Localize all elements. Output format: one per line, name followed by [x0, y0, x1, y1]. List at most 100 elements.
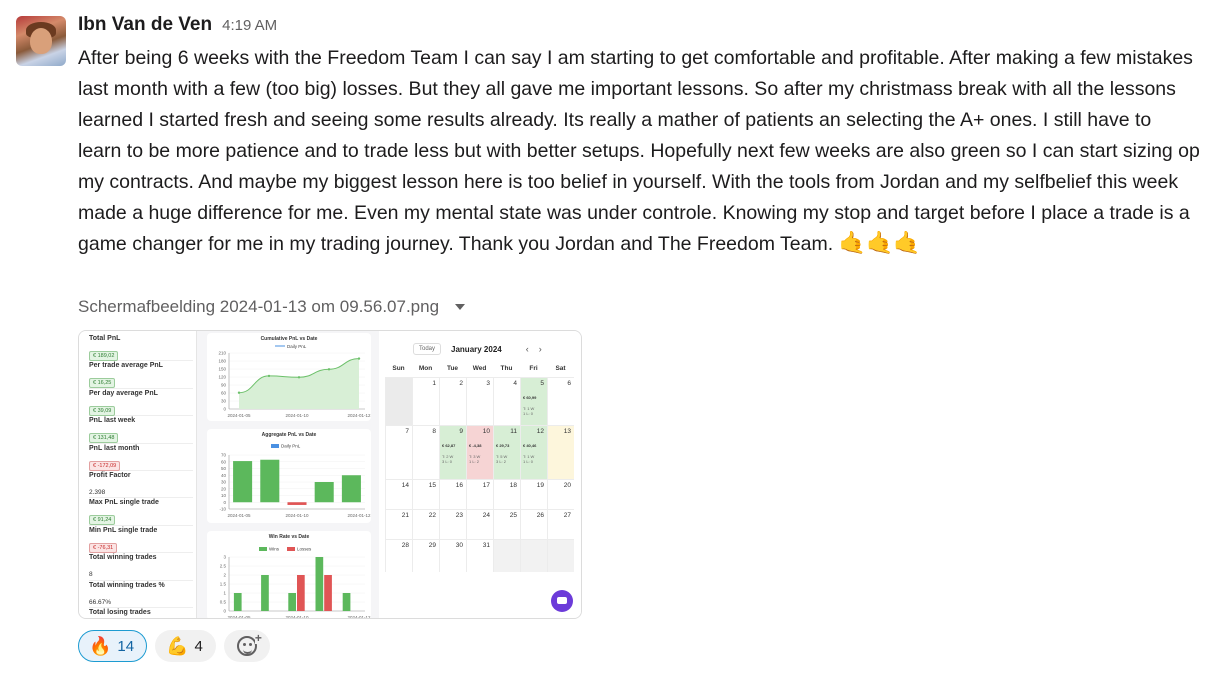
stat-value: € 39,09	[89, 405, 116, 416]
day-of-week-label: Tue	[446, 365, 459, 372]
stat-item: Total winning trades 8	[89, 553, 193, 581]
add-emoji-icon: +	[236, 632, 262, 656]
day-number: 8	[432, 428, 436, 435]
day-trade-count: T: 1 W 1 L: 0	[523, 454, 535, 464]
next-month-icon[interactable]: ›	[539, 344, 542, 354]
data-point	[267, 374, 271, 378]
reaction-fire[interactable]: 🔥 14	[78, 630, 148, 662]
stat-item: Total winning trades % 66.67%	[89, 581, 193, 608]
legend-label: Wins	[269, 547, 280, 552]
calendar-day[interactable]: 28	[385, 539, 412, 572]
calendar-day[interactable]: 10 € -4,38 T: 3 W 1 L: 2	[466, 425, 493, 479]
calendar-day[interactable]: 14	[385, 479, 412, 509]
day-number: 13	[563, 428, 571, 435]
y-tick-label: 3	[223, 555, 226, 560]
calendar-day[interactable]: 21	[385, 509, 412, 539]
stat-item: Total losing trades	[89, 608, 193, 618]
calendar-day[interactable]: 7	[385, 425, 412, 479]
day-number: 9	[459, 428, 463, 435]
calendar-day[interactable]: 9 € 62,87 T: 2 W 3 L: 0	[439, 425, 466, 479]
calendar-month: January 2024	[451, 344, 502, 354]
bar	[314, 482, 334, 503]
calendar-day[interactable]: 15	[412, 479, 439, 509]
stat-label: Min PnL single trade	[89, 526, 158, 534]
attachment-header[interactable]: Schermafbeelding 2024-01-13 om 09.56.07.…	[78, 297, 466, 317]
calendar-day[interactable]: 17	[466, 479, 493, 509]
calendar-day[interactable]: 19	[520, 479, 547, 509]
attachment-image[interactable]: Total PnL € 189,02 Per trade average PnL € …	[78, 330, 582, 619]
calendar-day[interactable]: 27	[547, 509, 574, 539]
stat-value: € 131,48	[89, 433, 119, 444]
calendar-day[interactable]: 20	[547, 479, 574, 509]
author-name[interactable]: Ibn Van de Ven	[78, 14, 212, 36]
prev-month-icon[interactable]: ‹	[526, 344, 529, 354]
stat-item: Per trade average PnL € 16,25	[89, 361, 193, 389]
stat-item: Min PnL single trade € -76,31	[89, 526, 193, 554]
calendar-day[interactable]: 11 € 29,73 T: 5 W 3 L: 2	[493, 425, 520, 479]
chevron-down-icon[interactable]	[455, 304, 466, 310]
stat-label: Total winning trades	[89, 554, 157, 562]
legend-swatch	[287, 547, 295, 551]
calendar-day[interactable]: 1	[412, 377, 439, 425]
calendar-day[interactable]	[385, 377, 412, 425]
calendar-day[interactable]: 4	[493, 377, 520, 425]
day-number: 17	[482, 482, 490, 489]
calendar-day[interactable]: 22	[412, 509, 439, 539]
calendar-day[interactable]: 16	[439, 479, 466, 509]
day-number: 3	[486, 380, 490, 387]
calendar-day[interactable]: 8	[412, 425, 439, 479]
calendar-day[interactable]	[520, 539, 547, 572]
calendar-day[interactable]: 24	[466, 509, 493, 539]
calendar-day[interactable]	[547, 539, 574, 572]
avatar[interactable]	[16, 16, 66, 66]
day-number: 21	[401, 512, 409, 519]
reaction-muscle[interactable]: 💪 4	[155, 630, 216, 662]
today-button[interactable]: Today	[413, 343, 442, 355]
add-reaction-button[interactable]: +	[223, 630, 270, 662]
calendar-day[interactable]: 3	[466, 377, 493, 425]
day-number: 25	[509, 512, 517, 519]
calendar-day[interactable]: 12 € 40,46 T: 1 W 1 L: 0	[520, 425, 547, 479]
bar	[297, 575, 305, 611]
calendar-day[interactable]: 29	[412, 539, 439, 572]
day-trade-count: T: 5 W 3 L: 2	[496, 454, 508, 464]
bar	[233, 593, 242, 611]
message-body: After being 6 weeks with the Freedom Tea…	[78, 43, 1200, 260]
y-tick-label: 150	[218, 367, 226, 372]
calendar-day[interactable]: 25	[493, 509, 520, 539]
y-tick-label: 30	[221, 480, 227, 485]
calendar-day[interactable]: 13	[547, 425, 574, 479]
timestamp[interactable]: 4:19 AM	[222, 17, 277, 34]
day-pnl: € 40,46	[523, 443, 537, 448]
stat-label: Max PnL single trade	[89, 499, 159, 507]
bar	[260, 459, 280, 503]
calendar-day[interactable]: 5 € 60,99 T: 1 W 1 L: 0	[520, 377, 547, 425]
day-number: 11	[510, 428, 517, 435]
calendar-day[interactable]: 31	[466, 539, 493, 572]
bar	[233, 461, 253, 503]
attachment-filename[interactable]: Schermafbeelding 2024-01-13 om 09.56.07.…	[78, 297, 439, 317]
y-tick-label: 180	[218, 359, 226, 364]
calendar-day[interactable]	[493, 539, 520, 572]
y-tick-label: -10	[219, 507, 226, 512]
legend-label: Daily PnL	[287, 344, 307, 349]
y-tick-label: 2.5	[220, 564, 227, 569]
x-tick-label: 2024-01-12	[347, 513, 371, 518]
calendar-day[interactable]: 30	[439, 539, 466, 572]
chat-icon[interactable]	[551, 590, 573, 612]
stat-item: Profit Factor 2.398	[89, 471, 193, 499]
calendar-day[interactable]: 2	[439, 377, 466, 425]
muscle-icon: 💪	[166, 635, 189, 656]
day-pnl: € 60,99	[523, 395, 537, 400]
day-number: 19	[536, 482, 544, 489]
calendar-day[interactable]: 6	[547, 377, 574, 425]
day-pnl: € -4,38	[469, 443, 482, 448]
data-point	[327, 368, 331, 371]
stat-label: Total losing trades	[89, 609, 151, 616]
calendar-day[interactable]: 26	[520, 509, 547, 539]
legend-label: Daily PnL	[281, 444, 301, 449]
day-pnl: € 29,73	[496, 443, 510, 448]
calendar-day[interactable]: 18	[493, 479, 520, 509]
stat-item: PnL last month € -172,09	[89, 444, 193, 471]
calendar-day[interactable]: 23	[439, 509, 466, 539]
